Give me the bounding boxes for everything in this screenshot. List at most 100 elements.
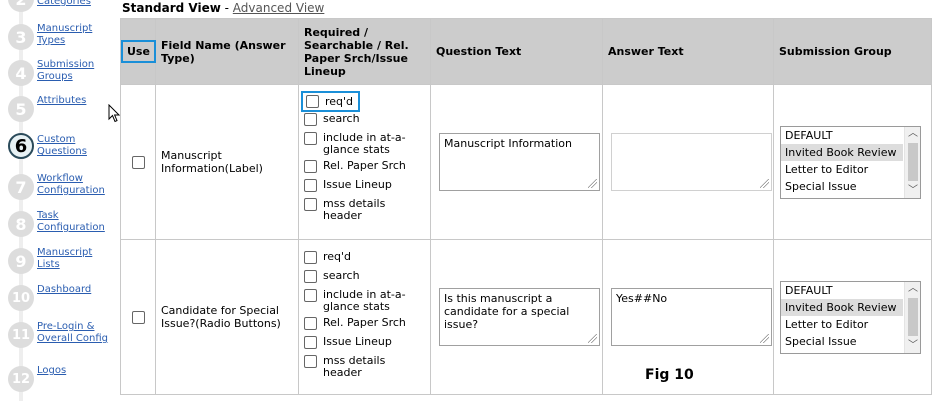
step-workflow-configuration[interactable]: 7 Workflow Configuration: [8, 173, 115, 204]
step-number-icon: 12: [8, 366, 34, 392]
step-link-workflow-configuration[interactable]: Workflow Configuration: [37, 173, 115, 197]
submission-group-listbox[interactable]: DEFAULT Invited Book Review Letter to Ed…: [780, 280, 921, 354]
search-checkbox[interactable]: [304, 270, 317, 283]
table-row: Candidate for Special Issue?(Radio Butto…: [120, 239, 932, 395]
reqd-checkbox[interactable]: [306, 95, 319, 108]
view-switch: Standard View - Advanced View: [122, 0, 324, 16]
table-header-row: Use Field Name (Answer Type) Required / …: [120, 18, 932, 85]
step-number-icon: 10: [8, 285, 34, 311]
lineup-checkbox[interactable]: [304, 336, 317, 349]
step-task-configuration[interactable]: 8 Task Configuration: [8, 210, 115, 241]
mss-label: mss details header: [323, 197, 386, 222]
step-link-submission-groups[interactable]: Submission Groups: [37, 59, 115, 83]
listbox-option[interactable]: Special Issue: [781, 333, 903, 350]
scroll-thumb[interactable]: [908, 142, 918, 181]
lineup-label: Issue Lineup: [323, 178, 392, 191]
scroll-down-icon[interactable]: ﹀: [905, 184, 921, 198]
use-cell: [120, 239, 156, 395]
listbox-option[interactable]: DEFAULT: [781, 282, 903, 299]
scroll-up-icon[interactable]: ︿: [905, 282, 921, 296]
relpaper-label: Rel. Paper Srch: [323, 159, 406, 172]
glance-checkbox[interactable]: [304, 132, 317, 145]
reqd-label: req'd: [323, 250, 352, 263]
listbox-option[interactable]: Letter to Editor: [781, 161, 903, 178]
step-categories[interactable]: 2 Categories: [8, 0, 112, 16]
mss-checkbox[interactable]: [304, 355, 317, 368]
step-link-dashboard[interactable]: Dashboard: [37, 284, 115, 296]
option-mss: mss details header: [304, 198, 425, 222]
search-label: search: [323, 112, 360, 125]
step-link-task-configuration[interactable]: Task Configuration: [37, 210, 115, 234]
submission-group-listbox[interactable]: DEFAULT Invited Book Review Letter to Ed…: [780, 125, 921, 199]
use-checkbox[interactable]: [131, 155, 145, 169]
use-checkbox[interactable]: [131, 310, 145, 324]
relpaper-checkbox[interactable]: [304, 317, 317, 330]
step-link-custom-questions[interactable]: Custom Questions: [37, 134, 115, 158]
glance-checkbox[interactable]: [304, 289, 317, 302]
glance-label: include in at-a-glance stats: [323, 131, 406, 156]
figure-label: Fig 10: [645, 367, 694, 383]
listbox-option[interactable]: Special Issue: [781, 178, 903, 195]
use-column-header: Use: [120, 18, 156, 85]
step-number-icon: 11: [8, 322, 34, 348]
mss-checkbox[interactable]: [304, 198, 317, 211]
question-text-column-header: Question Text: [430, 18, 603, 85]
field-name-column-header: Field Name (Answer Type): [155, 18, 299, 85]
listbox-option[interactable]: DEFAULT: [781, 127, 903, 144]
required-column-header: Required / Searchable / Rel. Paper Srch/…: [298, 18, 431, 85]
step-submission-groups[interactable]: 4 Submission Groups: [8, 59, 115, 90]
scroll-up-icon[interactable]: ︿: [905, 127, 921, 141]
step-logos[interactable]: 12 Logos: [8, 365, 115, 396]
step-link-manuscript-lists[interactable]: Manuscript Lists: [37, 247, 115, 271]
step-pre-login-config[interactable]: 11 Pre-Login & Overall Config: [8, 321, 115, 352]
step-link-manuscript-types[interactable]: Manuscript Types: [37, 23, 115, 47]
lineup-checkbox[interactable]: [304, 179, 317, 192]
answer-text-column-header: Answer Text: [602, 18, 774, 85]
listbox-scrollbar[interactable]: ︿ ﹀: [904, 281, 921, 353]
option-reqd: req'd: [304, 251, 425, 266]
scroll-down-icon[interactable]: ﹀: [905, 339, 921, 353]
step-link-pre-login-config[interactable]: Pre-Login & Overall Config: [37, 321, 115, 345]
option-lineup: Issue Lineup: [304, 179, 425, 194]
step-manuscript-lists[interactable]: 9 Manuscript Lists: [8, 247, 115, 278]
step-link-categories[interactable]: Categories: [37, 0, 115, 8]
reqd-label: req'd: [325, 94, 354, 108]
step-link-logos[interactable]: Logos: [37, 365, 115, 377]
custom-questions-table: Use Field Name (Answer Type) Required / …: [120, 18, 932, 395]
glance-label: include in at-a-glance stats: [323, 288, 406, 313]
question-text-area[interactable]: Manuscript Information: [439, 133, 600, 191]
answer-text-area[interactable]: [611, 133, 772, 191]
field-name-cell: Manuscript Information(Label): [155, 84, 299, 240]
submission-group-cell: DEFAULT Invited Book Review Letter to Ed…: [773, 84, 932, 240]
step-number-icon: 9: [8, 248, 34, 274]
step-number-icon: 2: [8, 0, 34, 12]
resize-grip-icon[interactable]: [760, 179, 769, 188]
option-search: search: [304, 113, 425, 128]
question-text-area[interactable]: Is this manuscript a candidate for a spe…: [439, 288, 600, 346]
listbox-option[interactable]: Letter to Editor: [781, 316, 903, 333]
advanced-view-link[interactable]: Advanced View: [233, 1, 325, 15]
option-reqd: req'd: [300, 91, 425, 112]
mss-label: mss details header: [323, 354, 386, 379]
step-attributes[interactable]: 5 Attributes: [8, 95, 115, 126]
step-dashboard[interactable]: 10 Dashboard: [8, 284, 115, 315]
step-custom-questions[interactable]: 6 Custom Questions: [8, 133, 112, 163]
reqd-checkbox[interactable]: [304, 251, 317, 264]
step-number-icon: 8: [8, 211, 34, 237]
resize-grip-icon[interactable]: [760, 334, 769, 343]
submission-group-column-header: Submission Group: [773, 18, 932, 85]
resize-grip-icon[interactable]: [588, 179, 597, 188]
answer-text-area[interactable]: Yes##No: [611, 288, 772, 346]
resize-grip-icon[interactable]: [588, 334, 597, 343]
scroll-thumb[interactable]: [908, 297, 918, 336]
listbox-option[interactable]: Invited Book Review: [781, 143, 903, 161]
relpaper-checkbox[interactable]: [304, 160, 317, 173]
step-link-attributes[interactable]: Attributes: [37, 95, 115, 107]
step-manuscript-types[interactable]: 3 Manuscript Types: [8, 23, 115, 54]
listbox-scrollbar[interactable]: ︿ ﹀: [904, 126, 921, 198]
option-search: search: [304, 270, 425, 285]
listbox-option[interactable]: Invited Book Review: [781, 298, 903, 316]
standard-view-label: Standard View: [122, 1, 221, 15]
option-glance: include in at-a-glance stats: [304, 289, 425, 313]
search-checkbox[interactable]: [304, 113, 317, 126]
